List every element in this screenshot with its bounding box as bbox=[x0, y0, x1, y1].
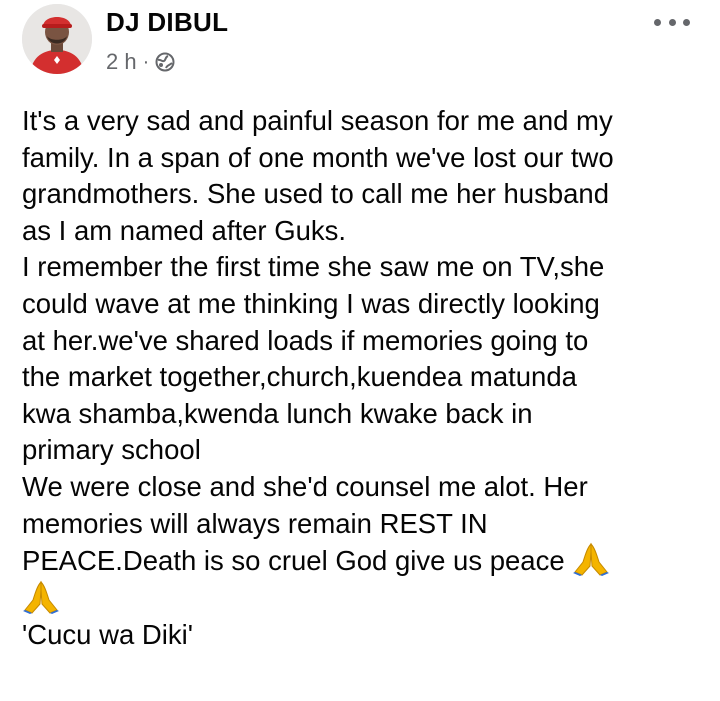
post-text-line: could wave at me thinking I was directly… bbox=[22, 287, 600, 319]
post-text-line: primary school bbox=[22, 434, 201, 466]
post-body: It's a very sad and painful season for m… bbox=[22, 103, 702, 654]
facebook-post: DJ DIBUL 2 h · It's a very sad and painf… bbox=[0, 0, 720, 701]
globe-icon[interactable] bbox=[155, 52, 175, 72]
post-text-line: grandmothers. She used to call me her hu… bbox=[22, 178, 610, 210]
post-time[interactable]: 2 h bbox=[106, 49, 137, 75]
post-text-line: I remember the first time she saw me on … bbox=[22, 251, 605, 283]
post-header: DJ DIBUL 2 h · bbox=[22, 4, 702, 74]
post-meta: 2 h · bbox=[106, 49, 175, 75]
dot-icon bbox=[683, 18, 690, 26]
post-text-line: at her.we've shared loads if memories go… bbox=[22, 324, 589, 356]
post-text-line: memories will always remain REST IN bbox=[22, 507, 488, 539]
folded-hands-emoji-icon bbox=[573, 542, 610, 577]
post-text-line: It's a very sad and painful season for m… bbox=[22, 105, 613, 136]
post-text-line: kwa shamba,kwenda lunch kwake back in bbox=[22, 397, 533, 429]
post-text-segment: PEACE.Death is so cruel God give us peac… bbox=[22, 545, 565, 577]
post-signature: 'Cucu wa Diki' bbox=[22, 619, 193, 651]
dot-icon bbox=[668, 18, 676, 26]
post-text-line: family. In a span of one month we've los… bbox=[22, 141, 614, 173]
dot-icon bbox=[654, 18, 661, 26]
more-options-icon[interactable] bbox=[654, 12, 690, 32]
folded-hands-emoji-icon bbox=[23, 580, 59, 614]
post-text-line-emoji bbox=[22, 580, 702, 618]
avatar[interactable] bbox=[22, 4, 92, 74]
meta-separator: · bbox=[142, 50, 150, 73]
post-text-line: the market together,church,kuendea matun… bbox=[22, 361, 577, 393]
avatar-image bbox=[22, 4, 92, 74]
post-text-line: as I am named after Guks. bbox=[22, 214, 347, 246]
author-name[interactable]: DJ DIBUL bbox=[106, 7, 228, 38]
post-text-line-with-emoji: PEACE.Death is so cruel God give us peac… bbox=[22, 542, 702, 580]
post-text-line: We were close and she'd counsel me alot.… bbox=[22, 470, 588, 502]
